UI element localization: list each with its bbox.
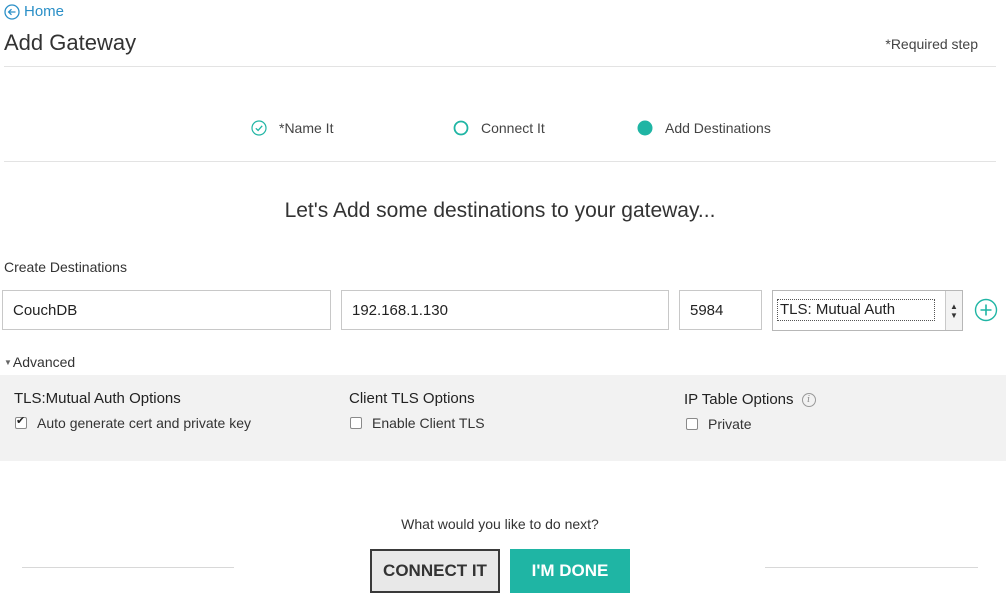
auto-generate-checkbox[interactable] (15, 414, 27, 429)
stepper-divider (4, 161, 996, 162)
client-tls-title: Client TLS Options (349, 390, 475, 407)
info-icon[interactable]: i (801, 392, 816, 407)
arrow-left-circle-icon (4, 3, 20, 20)
step-label: *Name It (279, 120, 334, 136)
page-title: Add Gateway (4, 30, 137, 55)
private-option[interactable]: Private (686, 416, 752, 432)
tls-options-title: TLS:Mutual Auth Options (14, 390, 181, 407)
step-label: Add Destinations (665, 120, 771, 136)
chevron-down-icon: ▲ ▼ (945, 291, 962, 330)
advanced-toggle-label: Advanced (12, 354, 76, 370)
private-label: Private (708, 416, 752, 432)
check-circle-icon (251, 120, 267, 136)
step-name-it[interactable]: *Name It (251, 120, 333, 136)
security-select-value: TLS: Mutual Auth (777, 299, 935, 321)
next-step-question: What would you like to do next? (401, 516, 599, 532)
private-checkbox[interactable] (686, 418, 698, 430)
step-add-destinations[interactable]: Add Destinations (637, 120, 771, 136)
footer-right-divider (765, 567, 978, 568)
ip-table-title: IP Table Options i (684, 391, 816, 408)
enable-client-tls-option[interactable]: Enable Client TLS (350, 415, 485, 431)
triangle-down-icon: ▼ (4, 357, 12, 367)
header-divider (4, 66, 996, 67)
auto-generate-label: Auto generate cert and private key (37, 415, 252, 431)
home-link[interactable]: Home (4, 3, 64, 20)
security-select[interactable]: TLS: Mutual Auth ▲ ▼ (772, 290, 963, 331)
destination-host-input[interactable] (341, 290, 669, 330)
filled-circle-icon (637, 120, 653, 136)
enable-client-tls-label: Enable Client TLS (372, 415, 485, 431)
connect-it-button[interactable]: CONNECT IT (370, 549, 500, 593)
advanced-options-panel: TLS:Mutual Auth Options Auto generate ce… (0, 375, 1006, 461)
destination-name-input[interactable] (2, 290, 331, 330)
enable-client-tls-checkbox[interactable] (350, 417, 362, 429)
advanced-toggle[interactable]: ▼ Advanced (4, 354, 75, 370)
section-headline: Let's Add some destinations to your gate… (284, 199, 716, 222)
destination-port-input[interactable] (679, 290, 762, 330)
create-destinations-label: Create Destinations (4, 259, 127, 275)
circle-outline-icon (453, 120, 469, 136)
required-step-note: *Required step (885, 36, 978, 52)
step-connect-it[interactable]: Connect It (453, 120, 545, 136)
auto-generate-option[interactable]: Auto generate cert and private key (15, 414, 252, 431)
plus-circle-icon[interactable] (974, 298, 998, 322)
im-done-button[interactable]: I'M DONE (510, 549, 630, 593)
step-label: Connect It (481, 120, 545, 136)
ip-table-title-text: IP Table Options (684, 391, 794, 408)
footer-left-divider (22, 567, 234, 568)
home-link-label: Home (24, 3, 65, 20)
